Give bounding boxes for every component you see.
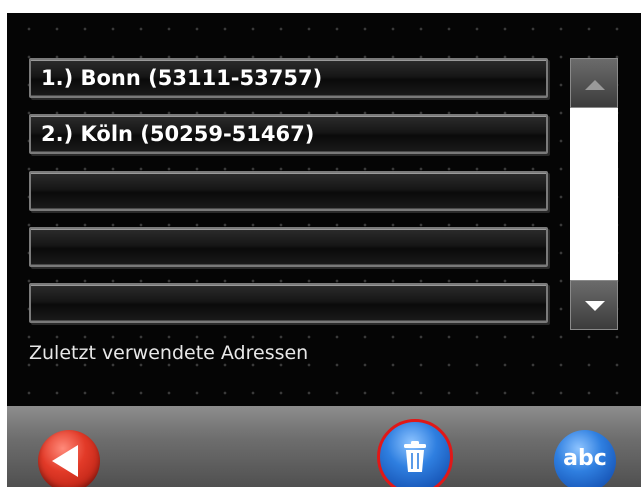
- scroll-up-button[interactable]: [570, 58, 618, 108]
- address-row-3[interactable]: [29, 171, 548, 211]
- delete-button[interactable]: [377, 419, 453, 487]
- screen: 1.) Bonn (53111-53757) 2.) Köln (50259-5…: [7, 13, 641, 487]
- address-row-1[interactable]: 1.) Bonn (53111-53757): [29, 58, 548, 98]
- address-row-label: 2.) Köln (50259-51467): [41, 122, 315, 146]
- address-row-4[interactable]: [29, 227, 548, 267]
- arrow-down-icon: [585, 301, 605, 311]
- trash-icon: [404, 441, 426, 472]
- back-arrow-icon: [52, 445, 78, 477]
- address-row-2[interactable]: 2.) Köln (50259-51467): [29, 114, 548, 154]
- address-row-label: 1.) Bonn (53111-53757): [41, 66, 323, 90]
- scroll-down-button[interactable]: [570, 280, 618, 330]
- keyboard-button[interactable]: abc: [554, 430, 616, 487]
- scroll-track[interactable]: [570, 108, 618, 280]
- address-row-5[interactable]: [29, 283, 548, 323]
- list-scrollbar[interactable]: [570, 58, 618, 330]
- back-button[interactable]: [38, 430, 100, 487]
- recent-addresses-caption: Zuletzt verwendete Adressen: [29, 342, 309, 364]
- keyboard-button-label: abc: [563, 446, 607, 471]
- arrow-up-icon: [585, 80, 605, 90]
- bottom-toolbar: [7, 406, 641, 487]
